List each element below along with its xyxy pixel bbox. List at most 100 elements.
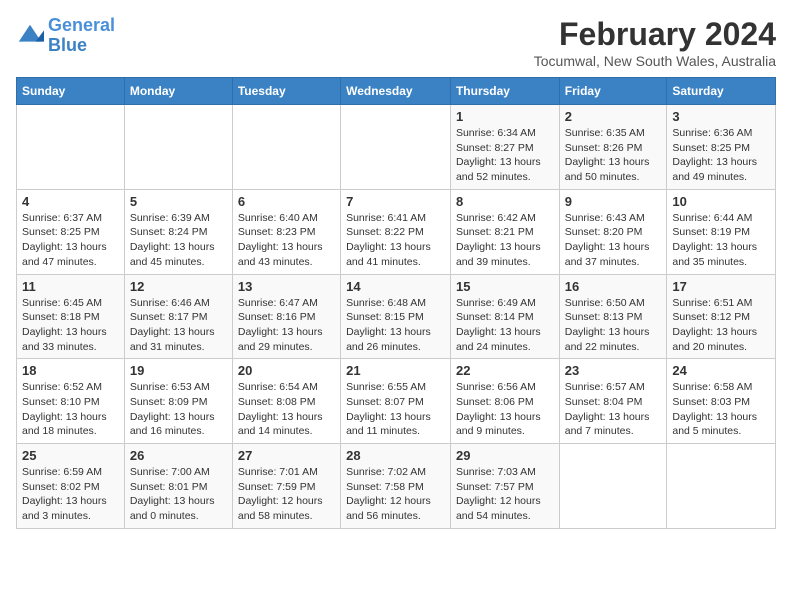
day-info: Sunrise: 7:02 AM Sunset: 7:58 PM Dayligh… (346, 465, 445, 524)
calendar-week-row: 11 Sunrise: 6:45 AM Sunset: 8:18 PM Dayli… (17, 274, 776, 359)
day-info: Sunrise: 7:03 AM Sunset: 7:57 PM Dayligh… (456, 465, 554, 524)
day-info: Sunrise: 6:55 AM Sunset: 8:07 PM Dayligh… (346, 380, 445, 439)
calendar-cell: 15 Sunrise: 6:49 AM Sunset: 8:14 PM Dayli… (450, 274, 559, 359)
day-number: 5 (130, 194, 227, 209)
page-header: General Blue February 2024 Tocumwal, New… (16, 16, 776, 69)
day-number: 24 (672, 363, 770, 378)
day-info: Sunrise: 6:41 AM Sunset: 8:22 PM Dayligh… (346, 211, 445, 270)
day-info: Sunrise: 6:59 AM Sunset: 8:02 PM Dayligh… (22, 465, 119, 524)
day-info: Sunrise: 6:49 AM Sunset: 8:14 PM Dayligh… (456, 296, 554, 355)
calendar-body: 1 Sunrise: 6:34 AM Sunset: 8:27 PM Daylig… (17, 105, 776, 529)
calendar-cell: 7 Sunrise: 6:41 AM Sunset: 8:22 PM Daylig… (341, 189, 451, 274)
calendar-cell: 6 Sunrise: 6:40 AM Sunset: 8:23 PM Daylig… (232, 189, 340, 274)
calendar-cell: 25 Sunrise: 6:59 AM Sunset: 8:02 PM Dayli… (17, 444, 125, 529)
day-number: 18 (22, 363, 119, 378)
calendar-header-friday: Friday (559, 78, 667, 105)
title-block: February 2024 Tocumwal, New South Wales,… (534, 16, 776, 69)
calendar-cell (341, 105, 451, 190)
day-info: Sunrise: 6:54 AM Sunset: 8:08 PM Dayligh… (238, 380, 335, 439)
calendar-cell (17, 105, 125, 190)
day-number: 16 (565, 279, 662, 294)
calendar-cell: 28 Sunrise: 7:02 AM Sunset: 7:58 PM Dayli… (341, 444, 451, 529)
day-info: Sunrise: 6:34 AM Sunset: 8:27 PM Dayligh… (456, 126, 554, 185)
day-info: Sunrise: 6:56 AM Sunset: 8:06 PM Dayligh… (456, 380, 554, 439)
calendar-cell (232, 105, 340, 190)
calendar-header-row: SundayMondayTuesdayWednesdayThursdayFrid… (17, 78, 776, 105)
calendar-week-row: 4 Sunrise: 6:37 AM Sunset: 8:25 PM Daylig… (17, 189, 776, 274)
day-number: 7 (346, 194, 445, 209)
day-info: Sunrise: 6:36 AM Sunset: 8:25 PM Dayligh… (672, 126, 770, 185)
day-info: Sunrise: 7:01 AM Sunset: 7:59 PM Dayligh… (238, 465, 335, 524)
calendar-cell: 16 Sunrise: 6:50 AM Sunset: 8:13 PM Dayli… (559, 274, 667, 359)
month-year: February 2024 (534, 16, 776, 53)
calendar-cell: 18 Sunrise: 6:52 AM Sunset: 8:10 PM Dayli… (17, 359, 125, 444)
day-number: 2 (565, 109, 662, 124)
calendar-cell: 13Sunrise: 6:47 AM Sunset: 8:16 PM Dayli… (232, 274, 340, 359)
day-number: 20 (238, 363, 335, 378)
calendar-header-tuesday: Tuesday (232, 78, 340, 105)
day-info: Sunrise: 6:50 AM Sunset: 8:13 PM Dayligh… (565, 296, 662, 355)
calendar-cell: 5 Sunrise: 6:39 AM Sunset: 8:24 PM Daylig… (124, 189, 232, 274)
day-number: 10 (672, 194, 770, 209)
day-number: 19 (130, 363, 227, 378)
day-number: 23 (565, 363, 662, 378)
logo-text: General Blue (48, 16, 115, 56)
calendar-cell: 26Sunrise: 7:00 AM Sunset: 8:01 PM Dayli… (124, 444, 232, 529)
location: Tocumwal, New South Wales, Australia (534, 53, 776, 69)
calendar-cell: 11 Sunrise: 6:45 AM Sunset: 8:18 PM Dayli… (17, 274, 125, 359)
calendar-cell: 21 Sunrise: 6:55 AM Sunset: 8:07 PM Dayli… (341, 359, 451, 444)
calendar-header-wednesday: Wednesday (341, 78, 451, 105)
day-info: Sunrise: 6:40 AM Sunset: 8:23 PM Dayligh… (238, 211, 335, 270)
day-number: 1 (456, 109, 554, 124)
calendar-cell (667, 444, 776, 529)
day-number: 25 (22, 448, 119, 463)
day-number: 22 (456, 363, 554, 378)
day-number: 27 (238, 448, 335, 463)
calendar-table: SundayMondayTuesdayWednesdayThursdayFrid… (16, 77, 776, 529)
day-number: 21 (346, 363, 445, 378)
calendar-cell: 4 Sunrise: 6:37 AM Sunset: 8:25 PM Daylig… (17, 189, 125, 274)
day-info: Sunrise: 6:45 AM Sunset: 8:18 PM Dayligh… (22, 296, 119, 355)
day-info: Sunrise: 6:44 AM Sunset: 8:19 PM Dayligh… (672, 211, 770, 270)
day-number: 15 (456, 279, 554, 294)
day-info: Sunrise: 6:52 AM Sunset: 8:10 PM Dayligh… (22, 380, 119, 439)
day-number: 8 (456, 194, 554, 209)
calendar-cell: 17 Sunrise: 6:51 AM Sunset: 8:12 PM Dayli… (667, 274, 776, 359)
day-number: 6 (238, 194, 335, 209)
calendar-cell: 14Sunrise: 6:48 AM Sunset: 8:15 PM Dayli… (341, 274, 451, 359)
day-info: Sunrise: 6:58 AM Sunset: 8:03 PM Dayligh… (672, 380, 770, 439)
day-number: 28 (346, 448, 445, 463)
day-number: 14 (346, 279, 445, 294)
day-number: 29 (456, 448, 554, 463)
day-number: 9 (565, 194, 662, 209)
day-info: Sunrise: 6:46 AM Sunset: 8:17 PM Dayligh… (130, 296, 227, 355)
calendar-week-row: 25 Sunrise: 6:59 AM Sunset: 8:02 PM Dayli… (17, 444, 776, 529)
calendar-cell: 8 Sunrise: 6:42 AM Sunset: 8:21 PM Daylig… (450, 189, 559, 274)
calendar-cell: 24 Sunrise: 6:58 AM Sunset: 8:03 PM Dayli… (667, 359, 776, 444)
day-info: Sunrise: 6:57 AM Sunset: 8:04 PM Dayligh… (565, 380, 662, 439)
day-info: Sunrise: 6:42 AM Sunset: 8:21 PM Dayligh… (456, 211, 554, 270)
day-info: Sunrise: 6:37 AM Sunset: 8:25 PM Dayligh… (22, 211, 119, 270)
calendar-cell (124, 105, 232, 190)
day-number: 4 (22, 194, 119, 209)
day-number: 12 (130, 279, 227, 294)
day-info: Sunrise: 6:51 AM Sunset: 8:12 PM Dayligh… (672, 296, 770, 355)
calendar-cell: 27 Sunrise: 7:01 AM Sunset: 7:59 PM Dayli… (232, 444, 340, 529)
calendar-cell (559, 444, 667, 529)
calendar-cell: 1 Sunrise: 6:34 AM Sunset: 8:27 PM Daylig… (450, 105, 559, 190)
calendar-cell: 23 Sunrise: 6:57 AM Sunset: 8:04 PM Dayli… (559, 359, 667, 444)
day-info: Sunrise: 6:39 AM Sunset: 8:24 PM Dayligh… (130, 211, 227, 270)
calendar-week-row: 18 Sunrise: 6:52 AM Sunset: 8:10 PM Dayli… (17, 359, 776, 444)
day-info: Sunrise: 7:00 AM Sunset: 8:01 PM Dayligh… (130, 465, 227, 524)
calendar-header-monday: Monday (124, 78, 232, 105)
calendar-cell: 22 Sunrise: 6:56 AM Sunset: 8:06 PM Dayli… (450, 359, 559, 444)
calendar-header-sunday: Sunday (17, 78, 125, 105)
day-number: 17 (672, 279, 770, 294)
day-info: Sunrise: 6:53 AM Sunset: 8:09 PM Dayligh… (130, 380, 227, 439)
day-info: Sunrise: 6:47 AM Sunset: 8:16 PM Dayligh… (238, 296, 335, 355)
calendar-header-thursday: Thursday (450, 78, 559, 105)
calendar-cell: 3Sunrise: 6:36 AM Sunset: 8:25 PM Daylig… (667, 105, 776, 190)
day-number: 11 (22, 279, 119, 294)
calendar-header-saturday: Saturday (667, 78, 776, 105)
calendar-cell: 19 Sunrise: 6:53 AM Sunset: 8:09 PM Dayli… (124, 359, 232, 444)
